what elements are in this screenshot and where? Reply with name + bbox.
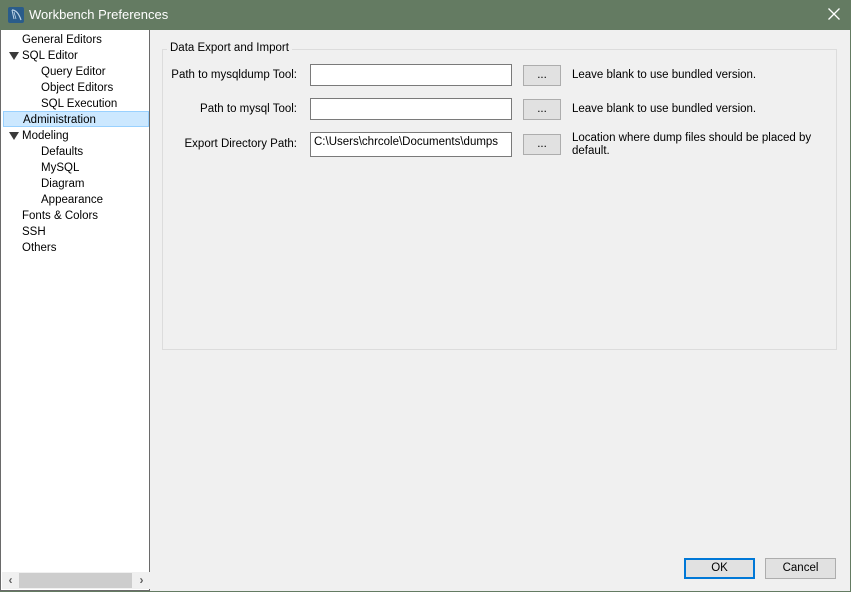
sidebar-item-defaults[interactable]: Defaults	[41, 144, 83, 160]
sidebar-item-fonts-colors[interactable]: Fonts & Colors	[22, 208, 98, 224]
sidebar-item-diagram[interactable]: Diagram	[41, 176, 84, 192]
expand-arrow-icon[interactable]	[9, 132, 19, 140]
data-export-import-group	[162, 49, 837, 350]
close-icon	[828, 8, 840, 20]
mysql-path-input[interactable]	[310, 98, 512, 120]
browse-mysqldump-button[interactable]: ...	[523, 65, 561, 86]
mysql-path-label: Path to mysql Tool:	[200, 103, 297, 115]
browse-mysql-button[interactable]: ...	[523, 99, 561, 120]
sidebar-item-appearance[interactable]: Appearance	[41, 192, 103, 208]
cancel-button[interactable]: Cancel	[765, 558, 836, 579]
chevron-left-icon[interactable]: ‹	[2, 572, 19, 589]
mysqldump-path-label: Path to mysqldump Tool:	[171, 69, 297, 81]
mysql-workbench-icon	[8, 7, 24, 23]
horizontal-scrollbar[interactable]: ‹ ›	[2, 572, 150, 589]
dialog-body: General Editors SQL Editor Query Editor …	[0, 30, 850, 591]
sidebar-item-query-editor[interactable]: Query Editor	[41, 64, 106, 80]
sidebar-item-modeling[interactable]: Modeling	[9, 128, 149, 144]
mysqldump-path-input[interactable]	[310, 64, 512, 86]
export-directory-hint: Location where dump files should be plac…	[572, 132, 812, 157]
close-button[interactable]	[817, 0, 851, 30]
sidebar-item-administration[interactable]: Administration	[3, 111, 149, 127]
sidebar-item-others[interactable]: Others	[22, 240, 57, 256]
mysql-hint: Leave blank to use bundled version.	[572, 103, 757, 115]
sidebar-item-object-editors[interactable]: Object Editors	[41, 80, 113, 96]
group-title: Data Export and Import	[167, 42, 292, 54]
sidebar-item-ssh[interactable]: SSH	[22, 224, 46, 240]
window-title: Workbench Preferences	[29, 7, 169, 22]
export-directory-label: Export Directory Path:	[184, 138, 297, 150]
export-directory-input[interactable]	[310, 132, 512, 157]
title-bar[interactable]: Workbench Preferences	[0, 0, 851, 30]
ok-button[interactable]: OK	[684, 558, 755, 579]
browse-export-directory-button[interactable]: ...	[523, 134, 561, 155]
sidebar-item-general-editors[interactable]: General Editors	[22, 32, 102, 48]
sidebar-item-sql-execution[interactable]: SQL Execution	[41, 96, 117, 112]
mysqldump-hint: Leave blank to use bundled version.	[572, 69, 757, 81]
expand-arrow-icon[interactable]	[9, 52, 19, 60]
scrollbar-thumb[interactable]	[19, 573, 132, 588]
sidebar-item-mysql[interactable]: MySQL	[41, 160, 79, 176]
sidebar-item-sql-editor[interactable]: SQL Editor	[9, 48, 149, 64]
preferences-tree[interactable]: General Editors SQL Editor Query Editor …	[0, 30, 150, 591]
chevron-right-icon[interactable]: ›	[133, 572, 150, 589]
